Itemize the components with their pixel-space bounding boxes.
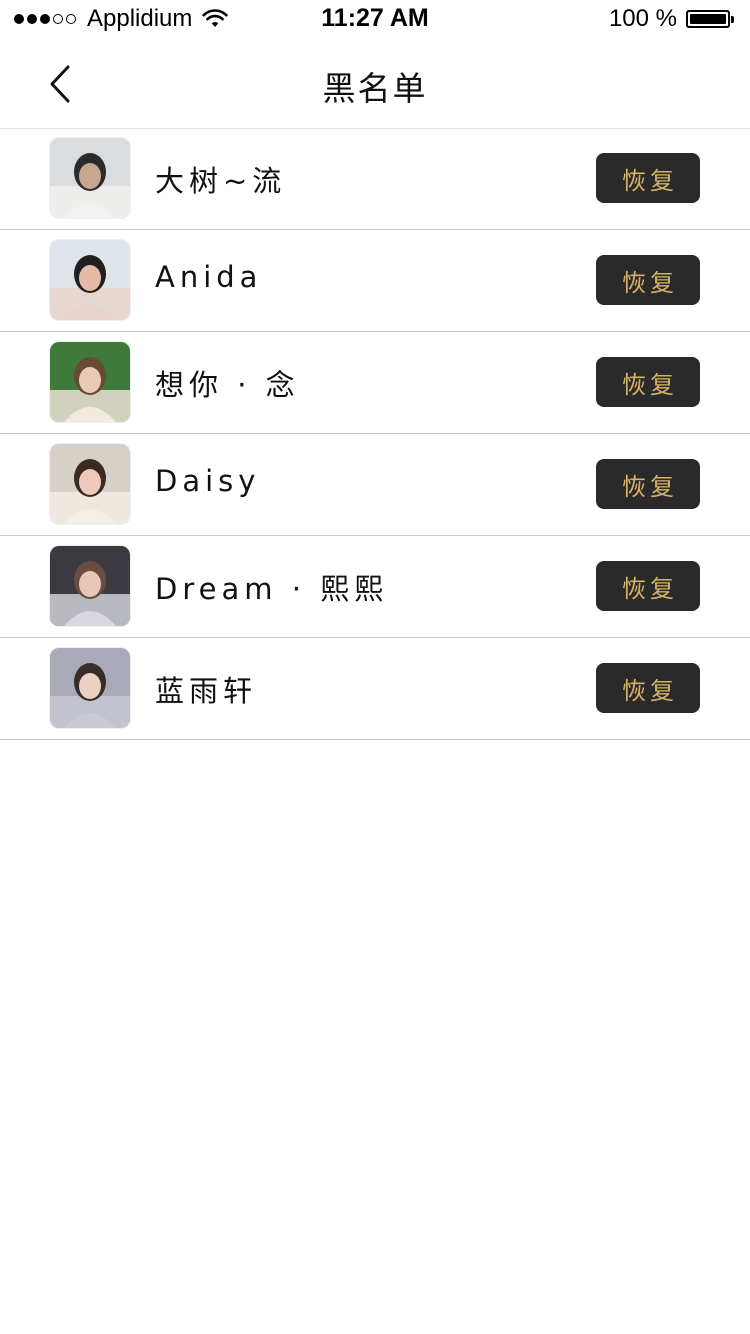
user-name: Anida bbox=[155, 260, 263, 294]
avatar[interactable] bbox=[50, 444, 130, 524]
avatar[interactable] bbox=[50, 546, 130, 626]
list-item: 蓝雨轩 恢复 bbox=[0, 638, 750, 740]
battery-icon bbox=[686, 8, 736, 30]
list-item: Daisy 恢复 bbox=[0, 434, 750, 536]
restore-button[interactable]: 恢复 bbox=[596, 357, 700, 407]
status-bar: Applidium 11:27 AM 100 % bbox=[0, 0, 750, 40]
navigation-bar: 黑名单 bbox=[0, 40, 750, 129]
avatar[interactable] bbox=[50, 342, 130, 422]
list-item: 想你 · 念 恢复 bbox=[0, 332, 750, 434]
avatar[interactable] bbox=[50, 138, 130, 218]
page-title: 黑名单 bbox=[322, 69, 428, 108]
user-name: 想你 · 念 bbox=[155, 368, 300, 402]
battery-percent: 100 % bbox=[608, 5, 677, 32]
avatar[interactable] bbox=[50, 240, 130, 320]
list-item: Dream · 熙熙 恢复 bbox=[0, 536, 750, 638]
user-name: Daisy bbox=[155, 464, 261, 498]
restore-button[interactable]: 恢复 bbox=[596, 459, 700, 509]
restore-button[interactable]: 恢复 bbox=[596, 663, 700, 713]
list-item: 大树~流 恢复 bbox=[0, 128, 750, 230]
avatar[interactable] bbox=[50, 648, 130, 728]
user-name: 蓝雨轩 bbox=[155, 674, 258, 708]
restore-button[interactable]: 恢复 bbox=[596, 153, 700, 203]
blacklist-list: 大树~流 恢复 Anida 恢复 想你 · 念恢复 Daisy 恢复 Dream · 熙熙 恢复… bbox=[0, 128, 750, 740]
restore-button[interactable]: 恢复 bbox=[596, 255, 700, 305]
list-item: Anida 恢复 bbox=[0, 230, 750, 332]
restore-button[interactable]: 恢复 bbox=[596, 561, 700, 611]
status-right: 100 % bbox=[609, 5, 736, 33]
user-name: Dream · 熙熙 bbox=[155, 572, 389, 606]
user-name: 大树~流 bbox=[155, 164, 287, 198]
